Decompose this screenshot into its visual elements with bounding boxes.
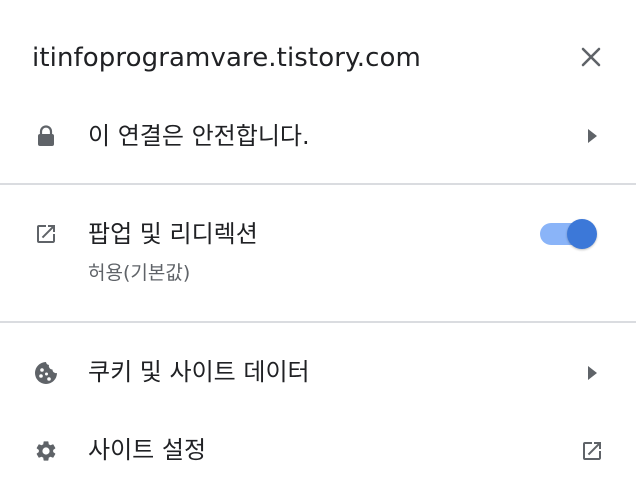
divider [0, 321, 636, 323]
gear-icon [32, 437, 60, 465]
cookies-label: 쿠키 및 사이트 데이터 [88, 358, 310, 386]
popups-label: 팝업 및 리디렉션 [88, 220, 258, 248]
chevron-right-icon [578, 359, 606, 387]
panel-header: itinfoprogramvare.tistory.com [0, 0, 636, 108]
close-button[interactable] [572, 38, 610, 76]
open-in-new-icon [578, 437, 606, 465]
connection-security-row[interactable]: 이 연결은 안전합니다. [0, 112, 636, 162]
chevron-right-icon [578, 122, 606, 150]
divider [0, 183, 636, 185]
page-info-panel: itinfoprogramvare.tistory.com 이 연결은 안전합니… [0, 0, 636, 503]
site-settings-row[interactable]: 사이트 설정 [0, 428, 636, 474]
open-in-new-icon [32, 220, 60, 248]
connection-label: 이 연결은 안전합니다. [88, 122, 310, 150]
cookies-row[interactable]: 쿠키 및 사이트 데이터 [0, 350, 636, 396]
lock-icon [32, 122, 60, 150]
popups-status: 허용(기본값) [88, 262, 191, 284]
cookie-icon [32, 359, 60, 387]
site-settings-label: 사이트 설정 [88, 436, 207, 464]
popups-toggle[interactable] [538, 218, 600, 250]
close-icon [581, 47, 601, 67]
toggle-thumb [567, 219, 597, 249]
site-title: itinfoprogramvare.tistory.com [32, 43, 421, 73]
